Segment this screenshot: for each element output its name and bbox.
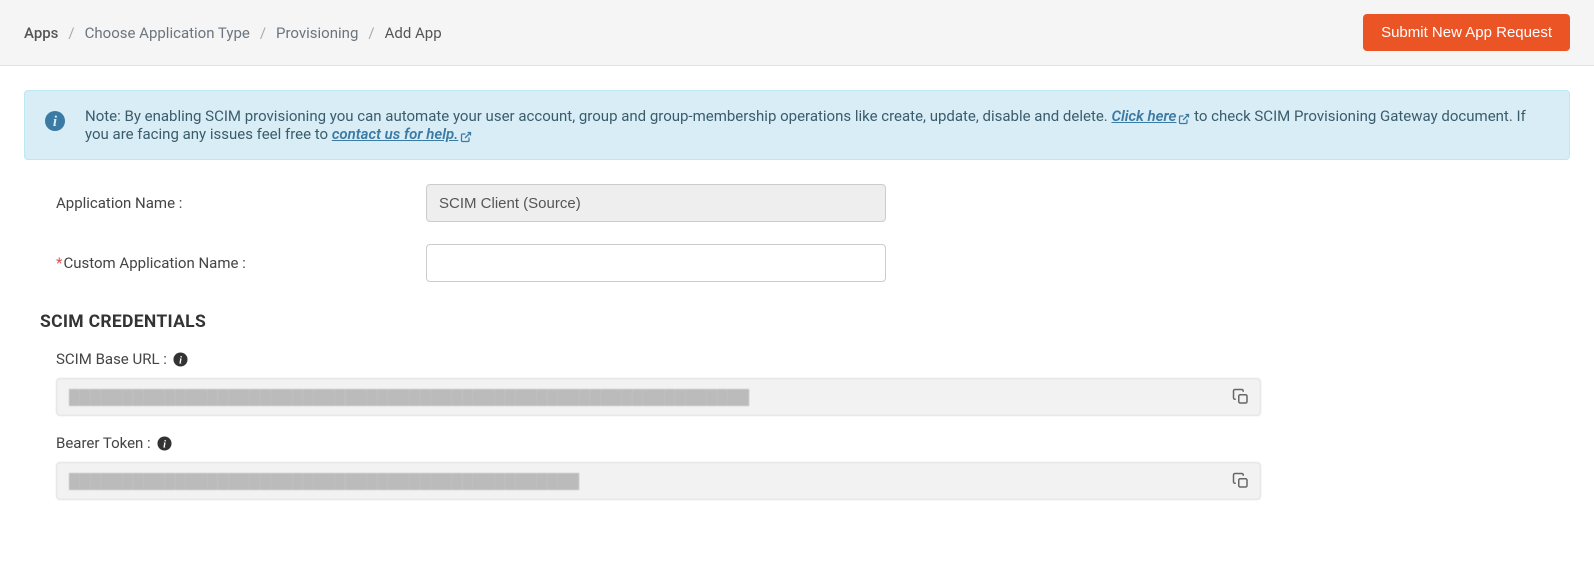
svg-text:i: i: [179, 355, 182, 366]
breadcrumb: Apps / Choose Application Type / Provisi…: [24, 24, 442, 42]
copy-base-url-button[interactable]: [1229, 385, 1253, 409]
submit-new-app-button[interactable]: Submit New App Request: [1363, 14, 1570, 51]
info-alert: i Note: By enabling SCIM provisioning yo…: [24, 90, 1570, 160]
bearer-token-block: Bearer Token : i: [24, 434, 1570, 500]
breadcrumb-provisioning[interactable]: Provisioning: [276, 24, 358, 42]
breadcrumb-add-app: Add App: [385, 24, 442, 42]
scim-base-url-input[interactable]: [56, 378, 1261, 416]
breadcrumb-apps[interactable]: Apps: [24, 24, 58, 42]
info-icon: i: [45, 111, 65, 131]
help-icon[interactable]: i: [173, 352, 188, 367]
application-name-input: [426, 184, 886, 222]
main-content: i Note: By enabling SCIM provisioning yo…: [0, 66, 1594, 542]
breadcrumb-separator: /: [68, 24, 74, 42]
scim-base-url-label-row: SCIM Base URL : i: [56, 350, 1570, 368]
click-here-link[interactable]: Click here: [1111, 107, 1190, 125]
bearer-token-label-row: Bearer Token : i: [56, 434, 1570, 452]
copy-icon: [1232, 472, 1250, 490]
copy-bearer-token-button[interactable]: [1229, 469, 1253, 493]
help-icon[interactable]: i: [157, 436, 172, 451]
breadcrumb-separator: /: [260, 24, 266, 42]
required-asterisk: *: [56, 254, 62, 272]
info-text: Note: By enabling SCIM provisioning you …: [85, 107, 1549, 143]
bearer-token-label: Bearer Token :: [56, 434, 151, 452]
scim-base-url-label: SCIM Base URL :: [56, 350, 167, 368]
breadcrumb-separator: /: [368, 24, 374, 42]
custom-application-name-label: *Custom Application Name :: [56, 254, 426, 272]
top-bar: Apps / Choose Application Type / Provisi…: [0, 0, 1594, 66]
external-link-icon: [1178, 111, 1190, 123]
scim-credentials-heading: SCIM CREDENTIALS: [40, 312, 1570, 332]
contact-us-link[interactable]: contact us for help.: [332, 125, 473, 143]
application-name-label: Application Name :: [56, 194, 426, 212]
info-prefix: Note: By enabling SCIM provisioning you …: [85, 107, 1111, 125]
external-link-icon: [460, 129, 472, 141]
svg-text:i: i: [163, 439, 166, 450]
custom-application-name-row: *Custom Application Name :: [24, 244, 1570, 282]
scim-base-url-field: [56, 378, 1261, 416]
custom-application-name-input[interactable]: [426, 244, 886, 282]
application-name-row: Application Name :: [24, 184, 1570, 222]
bearer-token-input[interactable]: [56, 462, 1261, 500]
scim-base-url-block: SCIM Base URL : i: [24, 350, 1570, 416]
copy-icon: [1232, 388, 1250, 406]
breadcrumb-choose-type[interactable]: Choose Application Type: [85, 24, 250, 42]
bearer-token-field: [56, 462, 1261, 500]
